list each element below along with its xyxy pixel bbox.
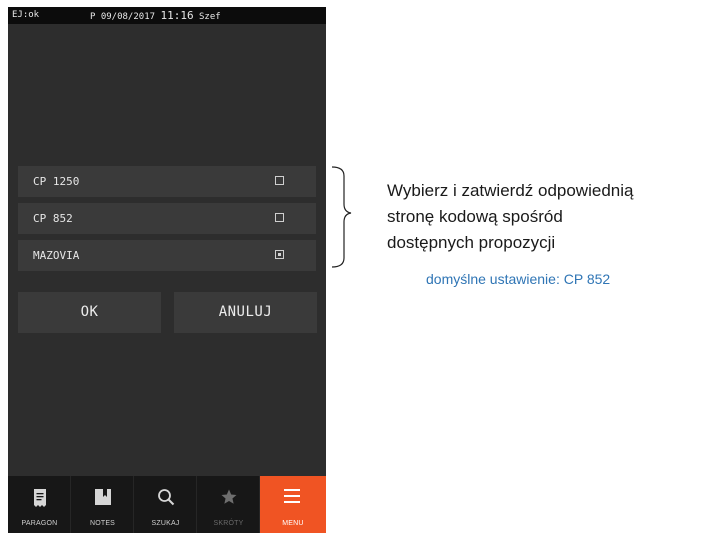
search-icon (134, 488, 197, 510)
option-cp1250[interactable]: CP 1250 (18, 166, 316, 197)
option-mazovia[interactable]: MAZOVIA (18, 240, 316, 271)
status-prefix: P (90, 12, 96, 22)
status-date: 09/08/2017 (100, 12, 156, 22)
tab-label: SKRÓTY (213, 520, 244, 527)
checkbox[interactable] (275, 176, 284, 185)
tab-label: PARAGON (21, 520, 58, 527)
cancel-button[interactable]: ANULUJ (174, 292, 317, 333)
tab-menu[interactable]: MENU (260, 476, 326, 533)
receipt-icon (8, 488, 71, 510)
tab-szukaj[interactable]: SZUKAJ (134, 476, 197, 533)
tab-label: NOTES (89, 520, 116, 527)
tab-label: MENU (282, 520, 304, 527)
option-label: CP 852 (33, 212, 73, 225)
checkbox[interactable] (275, 213, 284, 222)
hamburger-icon (260, 488, 323, 510)
checkbox-checked[interactable] (275, 250, 284, 259)
option-label: CP 1250 (33, 175, 80, 188)
bookmark-icon (71, 488, 134, 510)
bracket-annotation (332, 166, 352, 268)
status-user: Szef (199, 12, 221, 22)
star-icon (197, 488, 260, 510)
status-bar: EJ:ok P 09/08/2017 11:16 Szef (8, 7, 326, 24)
tab-label: SZUKAJ (151, 520, 180, 527)
status-datetime: P 09/08/2017 11:16 Szef (90, 7, 221, 26)
tab-notes[interactable]: NOTES (71, 476, 134, 533)
status-time: 11:16 (160, 9, 194, 22)
option-cp852[interactable]: CP 852 (18, 203, 316, 234)
option-label: MAZOVIA (33, 249, 80, 262)
tab-paragon[interactable]: PARAGON (8, 476, 71, 533)
bottom-tab-bar: PARAGON NOTES SZUKAJ SKRÓTY MENU (8, 476, 326, 533)
annotation-line-3: dostępnych propozycji (387, 233, 556, 252)
device-screen: EJ:ok P 09/08/2017 11:16 Szef CP 1250 CP… (8, 7, 326, 533)
ej-status: EJ:ok (12, 10, 40, 20)
default-setting-note: domyślne ustawienie: CP 852 (426, 271, 611, 287)
tab-skroty[interactable]: SKRÓTY (197, 476, 260, 533)
ok-button[interactable]: OK (18, 292, 161, 333)
annotation-line-2: stronę kodową spośród (387, 207, 563, 226)
annotation-line-1: Wybierz i zatwierdź odpowiednią (387, 181, 634, 200)
checkbox-fill (278, 253, 281, 256)
